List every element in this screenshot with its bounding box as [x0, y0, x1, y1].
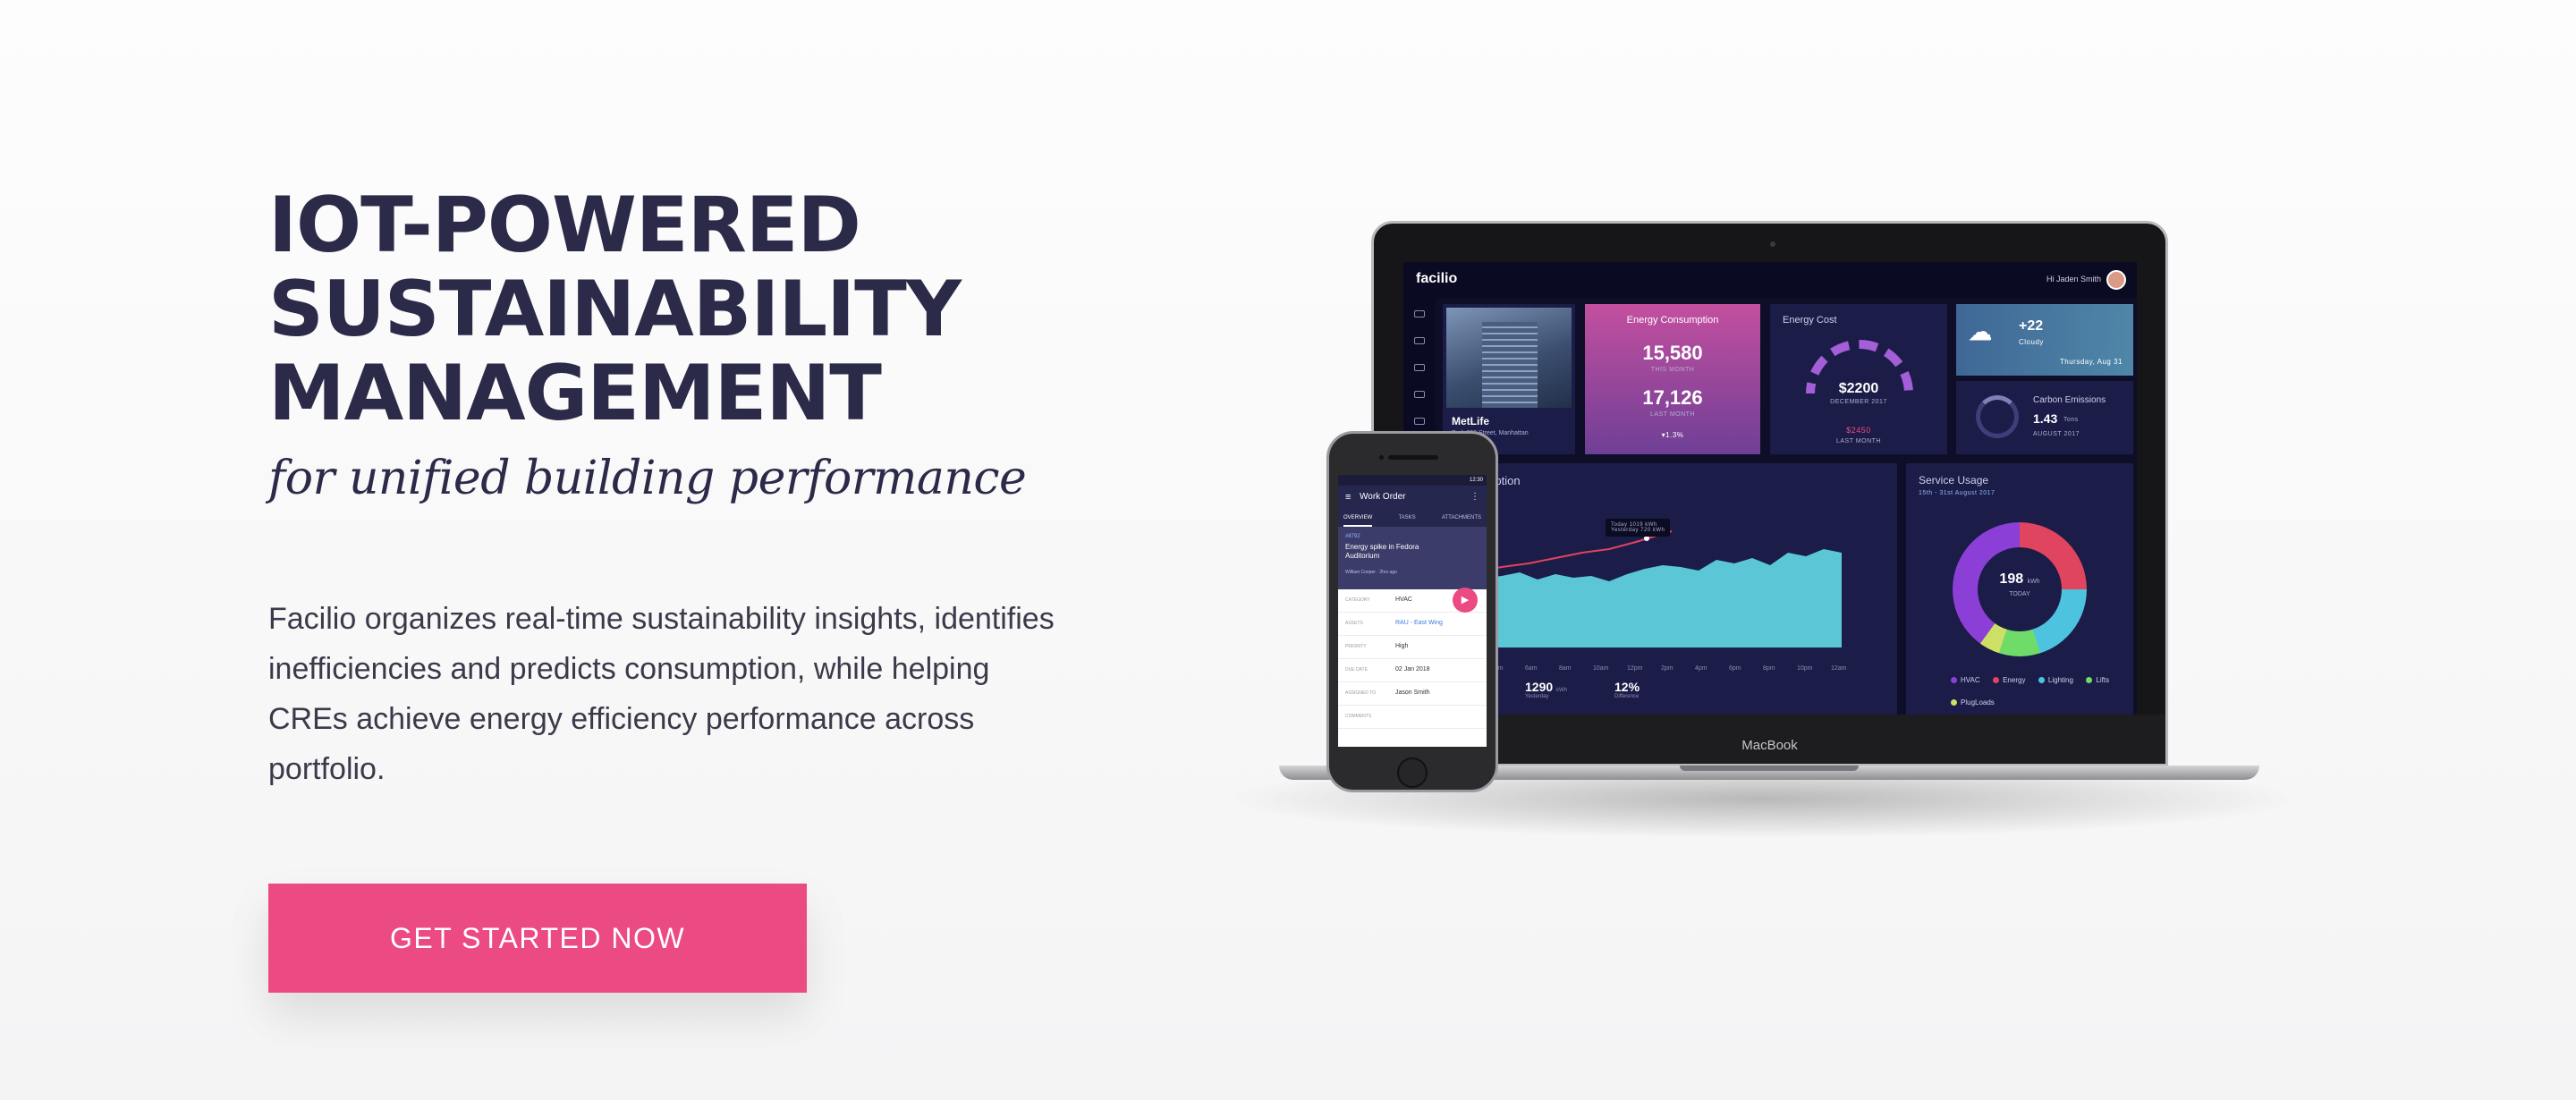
energy-cost-card: Energy Cost $2200 DECEMBER 2017 $2450 LA… [1770, 304, 1947, 454]
building-name: MetLife [1452, 415, 1489, 427]
x-tick: 2pm [1661, 665, 1674, 672]
x-tick: 12pm [1627, 665, 1643, 672]
service-usage-range: 15th - 31st August 2017 [1919, 490, 1996, 496]
detail-row: COMMENTS [1338, 706, 1487, 729]
bolt-icon [1414, 364, 1425, 371]
energy-cost-last: $2450 [1846, 426, 1871, 435]
phone-mockup: 12:30 Work Order ⋮ OVERVIEW TASKS ATTACH… [1326, 431, 1498, 792]
energy-last-month: 17,126 [1642, 386, 1703, 409]
tooltip-yesterday-val: 720 kWh [1640, 528, 1665, 533]
hero-title-line-2: SUSTAINABILITY [268, 265, 962, 354]
hero-description: Facilio organizes real-time sustainabili… [268, 602, 1055, 786]
service-usage-center-label: TODAY [2009, 591, 2030, 597]
phone-header: Work Order ⋮ [1338, 486, 1487, 509]
consumption-tooltip: Today 1019 kWh Yesterday 720 kWh [1606, 519, 1671, 537]
carbon-value: 1.43 [2033, 411, 2058, 426]
x-tick: 10pm [1797, 665, 1813, 672]
energy-cost-last-label: LAST MONTH [1836, 438, 1881, 444]
phone-speaker [1388, 455, 1438, 460]
camera-icon [1770, 241, 1775, 247]
weather-condition: Cloudy [2019, 338, 2044, 346]
consumption-area [1448, 549, 1842, 647]
legend-item: Lighting [2038, 676, 2073, 684]
hero-title: IOT-POWERED SUSTAINABILITY MANAGEMENT [268, 183, 1073, 436]
energy-last-month-label: LAST MONTH [1650, 411, 1695, 418]
consumption-card: Consumption Today 1019 kWh Yesterday 720… [1439, 463, 1897, 717]
x-axis: 2am4am6am8am10am12pm2pm4pm6pm8pm10pm12am [1457, 658, 1886, 674]
energy-change: ▾1.3% [1661, 431, 1684, 439]
weather-date: Thursday, Aug 31 [2059, 358, 2123, 366]
carbon-unit: Tons [2063, 417, 2079, 423]
detail-row: ASSIGNED TO Jason Smith [1338, 682, 1487, 706]
service-usage-center-value: 198 kWh [1999, 571, 2040, 587]
more-icon[interactable]: ⋮ [1470, 486, 1479, 509]
legend-item: PlugLoads [1951, 698, 1995, 707]
x-tick: 10am [1593, 665, 1609, 672]
hero-title-line-3: MANAGEMENT [268, 349, 882, 438]
work-order-author: William Cooper · 2hrs ago [1345, 570, 1397, 575]
building-image [1446, 308, 1572, 408]
dashboard-user-greeting: Hi Jaden Smith [2046, 275, 2101, 283]
x-tick: 8am [1559, 665, 1572, 672]
detail-row: DUE DATE 02 Jan 2018 [1338, 659, 1487, 682]
x-tick: 8pm [1763, 665, 1775, 672]
phone-header-title: Work Order [1360, 492, 1406, 502]
dashboard-topbar: facilio Hi Jaden Smith [1403, 262, 2137, 298]
x-tick: 6pm [1729, 665, 1741, 672]
avatar [2106, 270, 2126, 290]
consumption-stat-2: 1290 kWh Yesterday [1525, 680, 1568, 699]
monitor-icon [1414, 310, 1425, 317]
service-usage-title: Service Usage [1919, 474, 1989, 487]
weather-temp: +22 [2019, 318, 2044, 334]
heart-icon [1414, 337, 1425, 344]
x-tick: 4pm [1695, 665, 1707, 672]
calendar-icon [1414, 418, 1425, 425]
legend-item: Lifts [2086, 676, 2109, 684]
work-order-title: Energy spike in Fedora Auditorium [1345, 543, 1419, 560]
legend-item: HVAC [1951, 676, 1980, 684]
tab-overview[interactable]: OVERVIEW [1343, 509, 1373, 527]
detail-row: ASSETS RAU - East Wing [1338, 613, 1487, 636]
phone-camera-icon [1379, 455, 1384, 460]
building-icon [1414, 391, 1425, 398]
hero-subtitle: for unified building performance [268, 452, 1027, 505]
consumption-stat-3: 12% Difference [1614, 680, 1640, 699]
energy-cost-value: $2200 [1838, 381, 1879, 396]
x-tick: 12am [1831, 665, 1847, 672]
carbon-date: AUGUST 2017 [2033, 431, 2080, 437]
energy-this-month-label: THIS MONTH [1650, 367, 1695, 373]
carbon-ring [1976, 395, 2019, 438]
energy-consumption-title: Energy Consumption [1626, 315, 1719, 326]
phone-status-bar: 12:30 [1338, 475, 1487, 486]
service-usage-card: Service Usage 15th - 31st August 2017 19… [1906, 463, 2133, 717]
work-order-alert: #8792 Energy spike in Fedora Auditorium … [1338, 527, 1487, 589]
phone-tabs: OVERVIEW TASKS ATTACHMENTS [1338, 509, 1487, 527]
detail-row: PRIORITY High [1338, 636, 1487, 659]
tooltip-yesterday: Yesterday [1611, 528, 1639, 533]
service-usage-donut [1953, 522, 2087, 656]
weather-card: ☁ +22 Cloudy Thursday, Aug 31 [1956, 304, 2133, 376]
carbon-title: Carbon Emissions [2033, 395, 2106, 405]
energy-consumption-card: Energy Consumption 15,580 THIS MONTH 17,… [1585, 304, 1760, 454]
cloud-icon: ☁ [1969, 318, 1992, 345]
dashboard-screen: facilio Hi Jaden Smith MetLife Park 200 … [1403, 262, 2137, 720]
play-button[interactable]: ▶ [1453, 588, 1478, 613]
hero-title-line-1: IOT-POWERED [268, 181, 861, 270]
tab-attachments[interactable]: ATTACHMENTS [1442, 509, 1481, 527]
legend-item: Energy [1993, 676, 2025, 684]
get-started-button[interactable]: GET STARTED NOW [268, 884, 807, 993]
energy-cost-title: Energy Cost [1783, 315, 1837, 326]
home-button[interactable] [1397, 757, 1428, 788]
x-tick: 6am [1525, 665, 1538, 672]
work-order-id: #8792 [1345, 534, 1360, 539]
carbon-card: Carbon Emissions 1.43 Tons AUGUST 2017 [1956, 381, 2133, 454]
dashboard-logo: facilio [1416, 271, 1458, 286]
tab-tasks[interactable]: TASKS [1398, 509, 1415, 527]
energy-cost-value-label: DECEMBER 2017 [1830, 399, 1887, 405]
energy-this-month: 15,580 [1642, 342, 1703, 364]
service-usage-legend: HVAC Energy Lighting Lifts PlugLoads [1951, 671, 2121, 715]
